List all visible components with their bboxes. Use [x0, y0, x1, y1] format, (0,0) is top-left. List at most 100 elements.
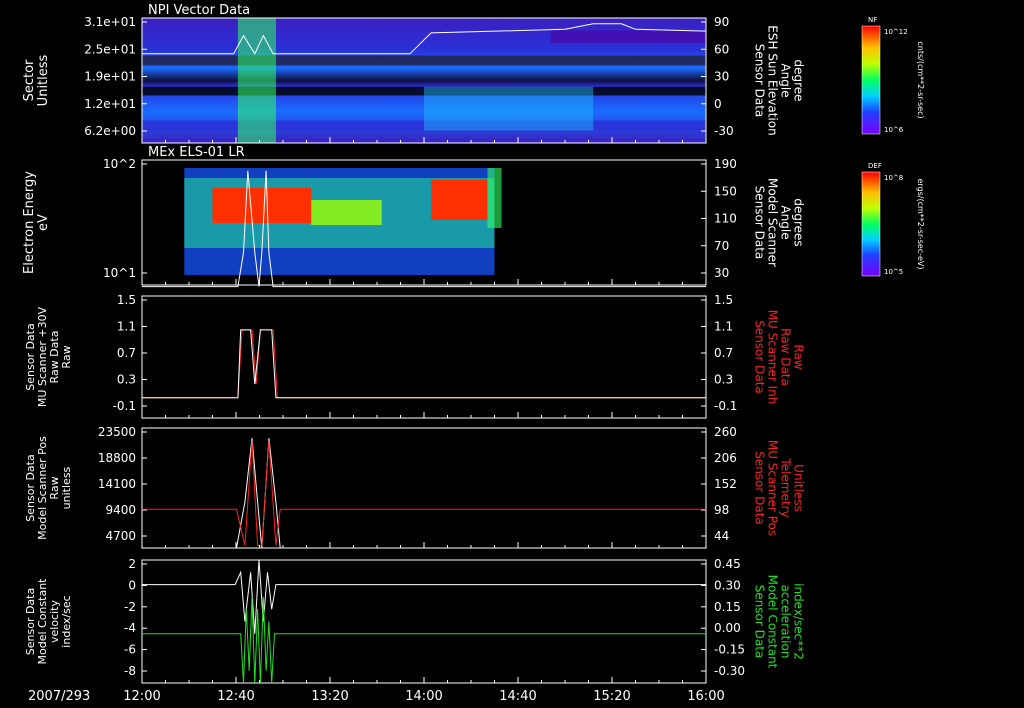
colorbar-tag: NF	[868, 16, 877, 24]
right-tick-label: -0.15	[714, 643, 745, 657]
heatmap-red-band-1	[212, 188, 312, 223]
time-tick-label: 13:20	[311, 689, 348, 704]
left-tick-label: 1.1	[117, 320, 136, 334]
left-tick-label: 1.2e+01	[84, 97, 136, 111]
left-tick-label: -6	[124, 643, 136, 657]
left-axis-label: Electron Energy	[22, 171, 37, 274]
colorbar-units: cnts/(cm**2-sr-sec)	[916, 41, 925, 118]
plot-background	[142, 428, 706, 548]
right-axis-label: Raw	[792, 344, 806, 369]
right-axis-label: Model Scanner	[766, 178, 780, 267]
left-tick-label: 0.3	[117, 373, 136, 387]
plot-canvas: NPI Vector Data 3.1e+01 2.5e+01 1.9e+01 1.2e…	[22, 3, 925, 704]
panel-1: NPI Vector Data 3.1e+01 2.5e+01 1.9e+01 1.2e…	[22, 3, 806, 144]
panel-4: 23500 18800 14100 9400 4700 260 206 152 98 44 Sens…	[24, 425, 806, 549]
colorbar-min: 10^5	[884, 268, 903, 276]
time-tick-label: 14:00	[405, 689, 442, 704]
left-tick-label: 10^1	[103, 266, 136, 280]
left-tick-label: -4	[124, 621, 136, 635]
left-tick-label: 9400	[105, 503, 136, 517]
right-tick-label: 0.7	[714, 346, 733, 360]
right-tick-label: 0.15	[714, 600, 741, 614]
colorbar-1: NF 10^12 10^6 cnts/(cm**2-sr-sec)	[861, 16, 925, 135]
time-tick-label: 15:20	[593, 689, 630, 704]
panel-3: 1.5 1.1 0.7 0.3 -0.1 1.5 1.1 0.7 0.3 -0.1 Sensor D…	[24, 293, 806, 419]
right-tick-label: 190	[714, 157, 737, 171]
plot-background	[142, 296, 706, 418]
left-tick-label: 14100	[98, 477, 136, 491]
right-tick-label: 0.45	[714, 557, 741, 571]
panel-title: MEx ELS-01 LR	[148, 145, 245, 160]
right-axis-label: degrees	[792, 198, 806, 246]
right-tick-label: 150	[714, 184, 737, 198]
right-tick-label: -30	[714, 124, 734, 138]
right-tick-label: 60	[714, 42, 729, 56]
right-axis-label: index/sec**2	[792, 583, 806, 660]
right-tick-label: 260	[714, 425, 737, 439]
colorbar-max: 10^12	[884, 28, 908, 36]
heatmap-activity	[237, 18, 276, 143]
left-axis-label: eV	[36, 214, 51, 231]
heatmap-streak	[550, 30, 706, 43]
heatmap-yellow-band	[311, 200, 382, 225]
heatmap-band	[142, 55, 706, 66]
left-tick-label: 23500	[98, 425, 136, 439]
right-axis-label: Model Constant	[766, 575, 780, 669]
right-tick-label: 0.3	[714, 373, 733, 387]
left-tick-label: -8	[124, 664, 136, 678]
right-tick-label: -0.1	[714, 399, 737, 413]
right-tick-label: 30	[714, 70, 729, 84]
left-axis-label: Unitless	[36, 54, 51, 106]
right-tick-label: -0.30	[714, 664, 745, 678]
right-tick-label: 110	[714, 212, 737, 226]
right-axis-label: Sensor Data	[753, 585, 767, 659]
left-tick-label: 0	[128, 578, 136, 592]
left-axis-label: unitless	[60, 466, 73, 509]
date-label: 2007/293	[28, 689, 90, 704]
right-tick-label: 1.1	[714, 320, 733, 334]
left-tick-label: 3.1e+01	[84, 15, 136, 29]
left-tick-label: 2.5e+01	[84, 42, 136, 56]
colorbar-2: DEF10^8 10^5 ergs/(cm**2-sr-sec-eV)	[861, 162, 925, 277]
right-axis-label: acceleration	[779, 585, 793, 659]
right-tick-label: 98	[714, 503, 729, 517]
plot-background	[142, 560, 706, 683]
heatmap-edge	[487, 168, 502, 228]
time-tick-label: 14:40	[499, 689, 536, 704]
colorbar-units: ergs/(cm**2-sr-sec-eV)	[916, 178, 925, 269]
left-axis-label: Sector	[22, 59, 37, 101]
right-tick-label: 206	[714, 451, 737, 465]
left-tick-label: -0.1	[113, 399, 136, 413]
time-tick-label: 16:00	[687, 689, 724, 704]
right-axis-label: MU Scanner Inh	[766, 310, 780, 405]
colorbar-min: 10^6	[884, 126, 904, 134]
time-tick-label: 12:40	[217, 689, 254, 704]
right-axis-label: Telemetry	[779, 457, 793, 517]
colorbar-gradient	[861, 25, 881, 135]
left-tick-label: 2	[128, 557, 136, 571]
right-axis-label: Sensor Data	[753, 451, 767, 525]
right-axis-label: Angle	[779, 63, 793, 97]
left-tick-label: 4700	[105, 529, 136, 543]
panel-2: MEx ELS-01 LR 10^2 10^1 190 150 110 70 30 Electr…	[22, 145, 806, 288]
left-tick-label: 1.5	[117, 293, 136, 307]
right-axis-label: Unitless	[792, 464, 806, 512]
left-tick-label: -2	[124, 600, 136, 614]
right-axis-label: ESH Sun Elevation	[766, 25, 780, 135]
left-tick-label: 10^2	[103, 157, 136, 171]
right-axis-label: Sensor Data	[753, 44, 767, 118]
right-axis-label: Angle	[779, 205, 793, 239]
colorbar-max: 10^8	[884, 174, 903, 182]
right-tick-label: 152	[714, 477, 737, 491]
right-tick-label: 1.5	[714, 293, 733, 307]
right-tick-label: 30	[714, 266, 729, 280]
right-tick-label: 90	[714, 15, 729, 29]
left-tick-label: 1.9e+01	[84, 70, 136, 84]
right-tick-label: 0.30	[714, 578, 741, 592]
right-tick-label: 70	[714, 239, 729, 253]
colorbar-gradient	[861, 171, 881, 277]
left-axis-label: index/sec	[60, 595, 73, 647]
panel-5: 2 0 -2 -4 -6 -8 0.45 0.30 0.15 0.00 -0.15 -0.30 Sens…	[24, 557, 806, 684]
right-axis-label: Sensor Data	[753, 186, 767, 260]
right-axis-label: Sensor Data	[753, 320, 767, 394]
